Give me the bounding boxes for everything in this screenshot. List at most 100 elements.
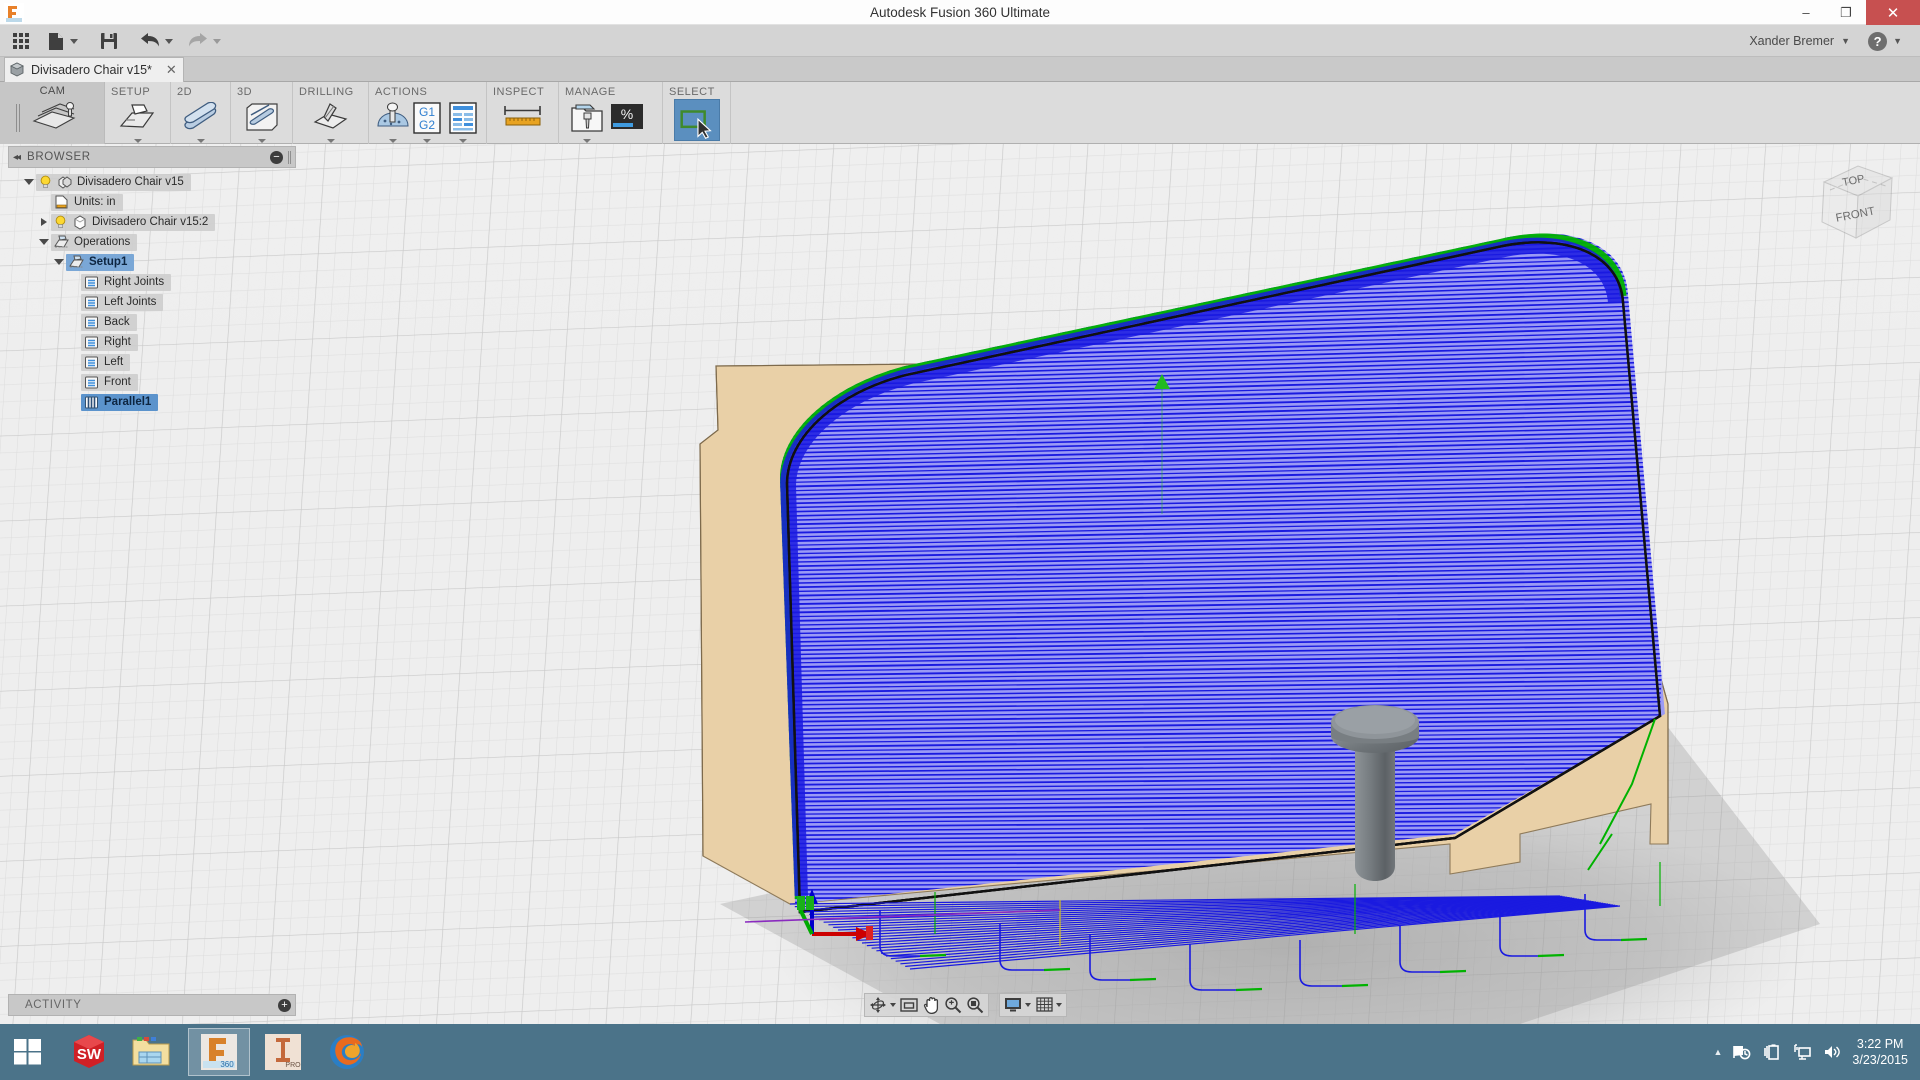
browser-item-pill[interactable]: Back bbox=[81, 313, 137, 331]
volume-icon[interactable] bbox=[1822, 1042, 1842, 1062]
browser-item-pill[interactable]: Divisadero Chair v15:2 bbox=[51, 213, 216, 231]
chevron-down-icon[interactable] bbox=[134, 139, 142, 143]
panel-grip[interactable] bbox=[288, 150, 291, 164]
setup-icon bbox=[119, 104, 155, 128]
browser-tree-item[interactable]: Left Joints bbox=[8, 292, 296, 312]
collapse-panel-icon[interactable]: ◂◂ bbox=[13, 152, 21, 163]
help-menu[interactable]: ? ▼ bbox=[1868, 31, 1902, 51]
taskbar-fusion360[interactable]: 360 bbox=[188, 1028, 250, 1076]
drilling-button[interactable] bbox=[309, 100, 353, 144]
zoom-window-button[interactable] bbox=[964, 994, 986, 1016]
light-bulb-icon[interactable] bbox=[39, 175, 52, 189]
browser-item-pill[interactable]: Operations bbox=[51, 233, 138, 251]
chevron-down-icon[interactable] bbox=[583, 139, 591, 143]
taskbar-clock[interactable]: 3:22 PM 3/23/2015 bbox=[1852, 1036, 1908, 1068]
assembly-icon bbox=[58, 175, 72, 189]
browser-tree[interactable]: Divisadero Chair v15 Units: in Divisadero … bbox=[8, 172, 296, 412]
minimize-panel-icon[interactable]: − bbox=[270, 150, 283, 164]
browser-item-pill[interactable]: Left Joints bbox=[81, 293, 164, 311]
zoom-button[interactable] bbox=[942, 994, 964, 1016]
chevron-down-icon[interactable] bbox=[327, 139, 335, 143]
browser-tree-item[interactable]: Left bbox=[8, 352, 296, 372]
maximize-button[interactable]: ❐ bbox=[1826, 0, 1866, 25]
new-document-button[interactable] bbox=[48, 29, 86, 53]
close-button[interactable]: ✕ bbox=[1866, 0, 1920, 25]
display-icon[interactable] bbox=[1792, 1042, 1812, 1062]
browser-tree-item[interactable]: Operations bbox=[8, 232, 296, 252]
browser-item-pill[interactable]: Right bbox=[81, 333, 138, 351]
taskbar-firefox[interactable] bbox=[316, 1028, 378, 1076]
svg-text:SW: SW bbox=[77, 1046, 102, 1063]
browser-tree-item[interactable]: Divisadero Chair v15 bbox=[8, 172, 296, 192]
browser-item-pill[interactable]: Parallel1 bbox=[81, 393, 159, 411]
browser-item-pill[interactable]: Right Joints bbox=[81, 273, 172, 291]
browser-tree-item[interactable]: Right bbox=[8, 332, 296, 352]
chevron-down-icon[interactable] bbox=[423, 139, 431, 143]
browser-item-pill[interactable]: Front bbox=[81, 373, 138, 391]
taskbar-inventor[interactable]: PRO bbox=[252, 1028, 314, 1076]
browser-tree-item[interactable]: Units: in bbox=[8, 192, 296, 212]
workspace-switcher-cam[interactable]: CAM bbox=[0, 82, 105, 144]
new-setup-button[interactable] bbox=[116, 100, 160, 144]
measure-button[interactable] bbox=[501, 100, 545, 144]
operation-icon bbox=[85, 296, 98, 308]
light-bulb-icon[interactable] bbox=[54, 215, 67, 229]
setup-sheet-button[interactable] bbox=[441, 100, 485, 144]
browser-tree-item[interactable]: Divisadero Chair v15:2 bbox=[8, 212, 296, 232]
add-activity-icon[interactable]: + bbox=[278, 998, 291, 1012]
chevron-down-icon[interactable] bbox=[197, 139, 205, 143]
tool-library-button[interactable] bbox=[565, 100, 609, 144]
pan-button[interactable] bbox=[920, 994, 942, 1016]
twisty-expanded-icon[interactable] bbox=[22, 179, 36, 185]
machining-time-button[interactable]: % bbox=[605, 100, 649, 144]
browser-tree-item[interactable]: Parallel1 bbox=[8, 392, 296, 412]
fit-view-button[interactable] bbox=[898, 994, 920, 1016]
user-account-menu[interactable]: Xander Bremer ▼ bbox=[1749, 25, 1850, 57]
battery-icon[interactable] bbox=[1762, 1042, 1782, 1062]
chevron-down-icon[interactable] bbox=[459, 139, 467, 143]
chevron-down-icon[interactable] bbox=[258, 139, 266, 143]
twisty-expanded-icon[interactable] bbox=[37, 239, 51, 245]
browser-item-pill[interactable]: Setup1 bbox=[66, 253, 135, 271]
minimize-button[interactable]: – bbox=[1786, 0, 1826, 25]
browser-item-label: Divisadero Chair v15 bbox=[77, 176, 184, 188]
select-tool-button[interactable] bbox=[674, 99, 720, 141]
taskbar-explorer[interactable] bbox=[120, 1028, 182, 1076]
redo-button[interactable] bbox=[188, 29, 228, 53]
document-tab[interactable]: Divisadero Chair v15* ✕ bbox=[4, 57, 184, 82]
chevron-down-icon[interactable] bbox=[1056, 1003, 1062, 1007]
firefox-icon bbox=[330, 1035, 364, 1069]
browser-item-pill[interactable]: Left bbox=[81, 353, 131, 371]
viewcube[interactable]: TOP FRONT bbox=[1796, 152, 1906, 272]
toolpath-3d-button[interactable] bbox=[240, 100, 284, 144]
twisty-expanded-icon[interactable] bbox=[52, 259, 66, 265]
network-icon[interactable] bbox=[1732, 1042, 1752, 1062]
browser-tree-item[interactable]: Front bbox=[8, 372, 296, 392]
browser-item-pill[interactable]: Units: in bbox=[51, 193, 123, 211]
folder-icon bbox=[132, 1037, 170, 1066]
taskbar-solidworks[interactable]: SW bbox=[58, 1028, 120, 1076]
chevron-down-icon[interactable] bbox=[1025, 1003, 1031, 1007]
browser-tree-item[interactable]: Setup1 bbox=[8, 252, 296, 272]
chevron-down-icon: ▼ bbox=[1893, 36, 1902, 46]
browser-item-label: Right Joints bbox=[104, 276, 165, 288]
show-hidden-icons-button[interactable]: ▲ bbox=[1713, 1047, 1722, 1057]
orbit-button[interactable] bbox=[867, 994, 889, 1016]
chevron-down-icon[interactable] bbox=[890, 1003, 896, 1007]
undo-button[interactable] bbox=[140, 29, 180, 53]
toolpath-2d-button[interactable] bbox=[179, 100, 223, 144]
close-icon[interactable]: ✕ bbox=[166, 62, 177, 78]
grid-snaps-button[interactable] bbox=[1033, 994, 1055, 1016]
save-button[interactable] bbox=[100, 29, 126, 53]
browser-item-pill[interactable]: Divisadero Chair v15 bbox=[36, 173, 191, 191]
browser-tree-item[interactable]: Right Joints bbox=[8, 272, 296, 292]
start-button[interactable] bbox=[4, 1028, 52, 1076]
twisty-collapsed-icon[interactable] bbox=[37, 218, 51, 226]
ribbon-group-label: 3D bbox=[237, 86, 253, 98]
clock-date: 3/23/2015 bbox=[1852, 1053, 1908, 1067]
app-grid-icon[interactable] bbox=[8, 29, 34, 53]
display-settings-button[interactable] bbox=[1002, 994, 1024, 1016]
chevron-down-icon[interactable] bbox=[389, 139, 397, 143]
browser-tree-item[interactable]: Back bbox=[8, 312, 296, 332]
viewport-canvas[interactable]: ◂◂ BROWSER − Divisadero Chair v15 Units: … bbox=[0, 144, 1920, 1024]
